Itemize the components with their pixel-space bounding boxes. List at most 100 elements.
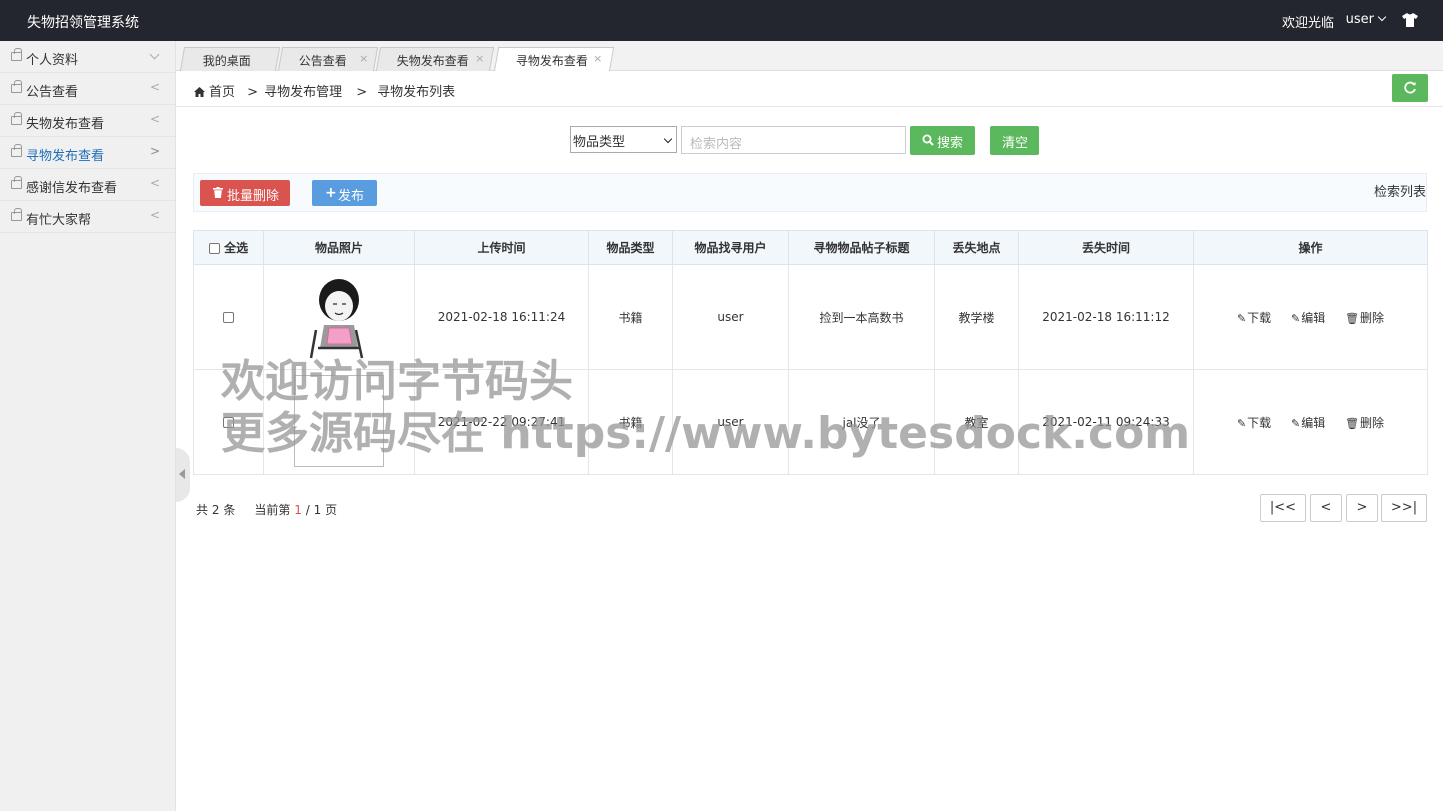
download-button[interactable]: ✎下载 (1237, 416, 1271, 430)
item-photo[interactable] (294, 270, 384, 362)
last-page-button[interactable]: >>| (1381, 494, 1427, 522)
tab-search-items[interactable]: 寻物发布查看 × (493, 47, 615, 72)
theme-shirt-icon[interactable] (1402, 13, 1418, 27)
sidebar-item-label: 个人资料 (26, 53, 79, 68)
cell-lost-time: 2021-02-11 09:24:33 (1018, 369, 1194, 475)
refresh-icon (1404, 81, 1416, 94)
column-header: 物品找寻用户 (672, 230, 789, 265)
lock-icon (11, 112, 22, 125)
current-prefix: 当前第 (254, 503, 291, 517)
close-icon[interactable]: × (593, 52, 602, 65)
table-row: 2021-02-18 16:11:24 书籍 user 捡到一本高数书 教学楼 … (193, 264, 1428, 370)
current-page: 1 (294, 503, 302, 517)
prev-page-button[interactable]: < (1310, 494, 1342, 522)
user-menu[interactable]: user (1346, 12, 1387, 27)
clear-button[interactable]: 清空 (990, 126, 1039, 155)
column-header: 丢失时间 (1018, 230, 1194, 265)
item-photo-broken[interactable] (294, 374, 384, 467)
sidebar-item-label: 失物发布查看 (26, 117, 105, 132)
search-input[interactable]: 检索内容 (681, 126, 906, 154)
delete-label: 删除 (1360, 310, 1385, 325)
edit-button[interactable]: ✎编辑 (1291, 311, 1325, 325)
refresh-button[interactable] (1392, 74, 1428, 102)
tab-lost-items[interactable]: 失物发布查看 × (375, 47, 495, 71)
tab-desktop[interactable]: 我的桌面 (179, 47, 281, 71)
tab-label: 寻物发布查看 (515, 54, 588, 68)
table-header-row: 全选 物品照片 上传时间 物品类型 物品找寻用户 寻物物品帖子标题 丢失地点 丢… (193, 230, 1428, 265)
search-icon (922, 134, 934, 146)
chevron-right-icon: > (149, 144, 160, 158)
clear-button-label: 清空 (1002, 136, 1029, 151)
item-type-select[interactable]: 物品类型 (570, 126, 677, 153)
col-select-all[interactable]: 全选 (193, 230, 264, 265)
pencil-icon: ✎ (1291, 416, 1301, 430)
welcome-text: 欢迎光临 (1281, 16, 1334, 31)
breadcrumb-bar: 首页 > 寻物发布管理 > 寻物发布列表 (176, 71, 1443, 107)
page-slash: / (305, 503, 310, 517)
download-button[interactable]: ✎下载 (1237, 311, 1271, 325)
row-checkbox[interactable] (223, 417, 234, 428)
breadcrumb-current: 寻物发布列表 (377, 85, 456, 100)
publish-label: 发布 (338, 189, 365, 204)
chevron-down-icon (1377, 12, 1387, 22)
delete-button[interactable]: 🗑删除 (1345, 416, 1384, 430)
edit-label: 编辑 (1301, 310, 1326, 325)
cell-location: 教室 (934, 369, 1019, 475)
sidebar-collapse-toggle[interactable] (176, 448, 190, 502)
select-all-checkbox[interactable] (208, 243, 220, 254)
tab-notices[interactable]: 公告查看 × (277, 47, 379, 71)
chevron-down-icon (663, 134, 673, 144)
download-label: 下载 (1247, 415, 1272, 430)
close-icon[interactable]: × (359, 52, 368, 65)
cell-actions: ✎下载 ✎编辑 🗑删除 (1193, 264, 1428, 370)
pencil-icon: ✎ (1236, 311, 1247, 325)
batch-delete-label: 批量删除 (227, 189, 280, 204)
breadcrumb: 首页 > 寻物发布管理 > 寻物发布列表 (194, 81, 455, 100)
next-page-button[interactable]: > (1346, 494, 1378, 522)
lock-icon (11, 176, 22, 189)
sidebar-item-thanks-letters[interactable]: 感谢信发布查看 < (0, 169, 175, 201)
table-row: 2021-02-22 09:27:41 书籍 user jal没了 教室 202… (193, 369, 1428, 475)
batch-delete-button[interactable]: 批量删除 (200, 180, 290, 206)
breadcrumb-home[interactable]: 首页 (209, 85, 235, 100)
sidebar-item-search-items[interactable]: 寻物发布查看 > (0, 137, 175, 169)
lock-icon (11, 208, 22, 221)
row-checkbox[interactable] (223, 312, 234, 323)
sidebar-item-label: 寻物发布查看 (26, 149, 105, 164)
chevron-left-icon: < (149, 80, 160, 94)
tab-label: 我的桌面 (202, 54, 251, 68)
breadcrumb-level1[interactable]: 寻物发布管理 (264, 85, 342, 100)
search-button-label: 搜索 (937, 136, 964, 151)
chevron-down-icon (149, 49, 160, 60)
delete-label: 删除 (1360, 415, 1385, 430)
delete-button[interactable]: 🗑删除 (1345, 311, 1384, 325)
sidebar-item-help[interactable]: 有忙大家帮 < (0, 201, 175, 233)
search-button[interactable]: 搜索 (910, 126, 975, 155)
sidebar-item-profile[interactable]: 个人资料 (0, 41, 175, 73)
close-icon[interactable]: × (475, 52, 484, 65)
lock-icon (11, 48, 22, 61)
chevron-left-icon: < (149, 176, 160, 190)
select-value: 物品类型 (573, 135, 626, 150)
publish-button[interactable]: + 发布 (312, 180, 377, 206)
edit-label: 编辑 (1301, 415, 1326, 430)
cell-title: 捡到一本高数书 (788, 264, 935, 370)
tab-label: 公告查看 (298, 54, 347, 68)
sidebar-item-lost-items[interactable]: 失物发布查看 < (0, 105, 175, 137)
tab-label: 失物发布查看 (396, 54, 469, 68)
column-header: 物品照片 (263, 230, 415, 265)
sidebar-item-label: 公告查看 (26, 85, 79, 100)
cell-lost-time: 2021-02-18 16:11:12 (1018, 264, 1194, 370)
home-icon (194, 87, 205, 97)
chevron-left-icon: < (149, 208, 160, 222)
edit-button[interactable]: ✎编辑 (1291, 416, 1325, 430)
first-page-button[interactable]: |<< (1260, 494, 1306, 522)
triangle-left-icon (179, 469, 185, 479)
sidebar-item-notices[interactable]: 公告查看 < (0, 73, 175, 105)
tab-bar: 我的桌面 公告查看 × 失物发布查看 × 寻物发布查看 × (176, 41, 1443, 72)
pencil-icon: ✎ (1291, 311, 1301, 325)
cell-type: 书籍 (588, 264, 673, 370)
column-header: 上传时间 (414, 230, 589, 265)
sidebar-item-label: 有忙大家帮 (26, 213, 92, 228)
search-list-label: 检索列表 (1373, 185, 1426, 200)
